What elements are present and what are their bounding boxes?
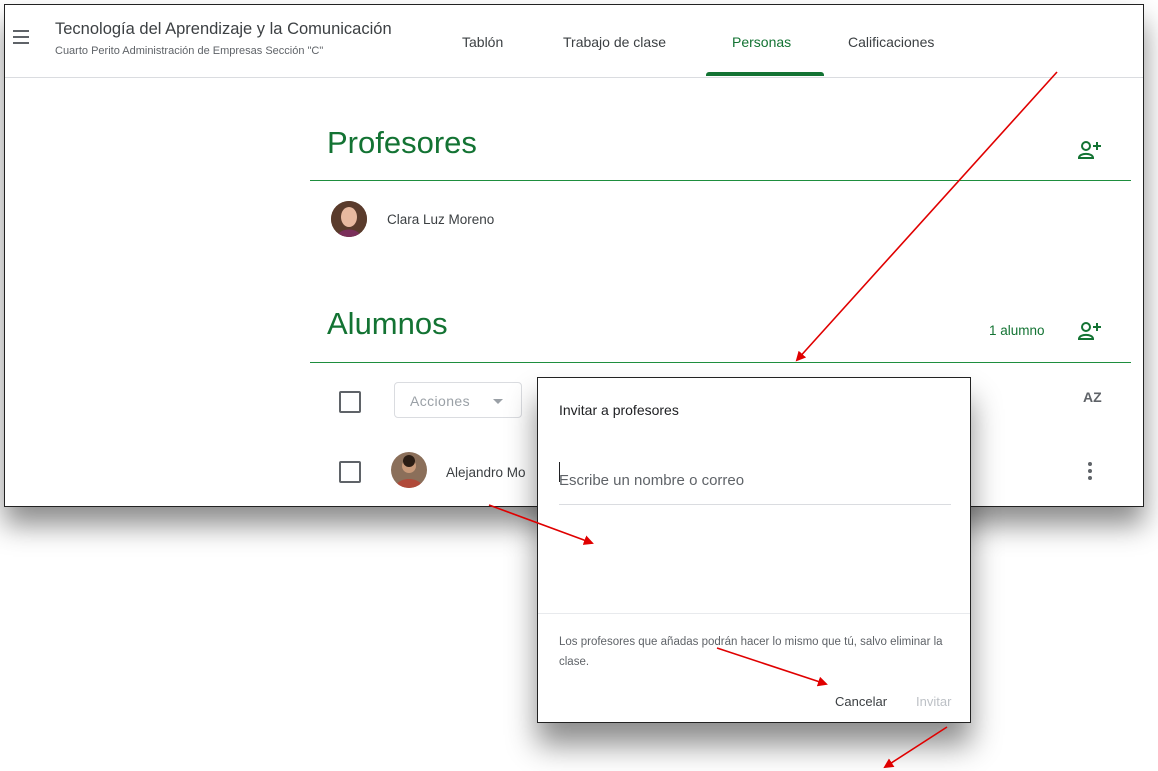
teachers-divider <box>310 180 1131 181</box>
more-options-icon[interactable] <box>1088 462 1092 483</box>
dialog-note: Los profesores que añadas podrán hacer l… <box>559 636 943 668</box>
teacher-name: Clara Luz Moreno <box>387 212 495 227</box>
student-checkbox[interactable] <box>339 461 361 483</box>
sort-az-icon[interactable]: AZ <box>1083 389 1102 405</box>
cancel-button[interactable]: Cancelar <box>835 694 887 709</box>
invite-button[interactable]: Invitar <box>916 694 951 709</box>
select-all-checkbox[interactable] <box>339 391 361 413</box>
text-cursor <box>559 462 560 482</box>
invite-student-icon[interactable] <box>1077 320 1103 342</box>
class-title[interactable]: Tecnología del Aprendizaje y la Comunica… <box>55 20 392 39</box>
dialog-divider <box>538 613 970 614</box>
actions-dropdown[interactable]: Acciones <box>394 382 522 418</box>
student-count: 1 alumno <box>989 323 1045 338</box>
name-or-email-input[interactable] <box>559 456 951 505</box>
hamburger-menu-icon[interactable] <box>13 30 29 44</box>
dropdown-caret-icon <box>493 399 503 404</box>
dialog-title: Invitar a profesores <box>559 402 679 418</box>
annotation-arrow <box>883 726 948 769</box>
students-divider <box>310 362 1131 363</box>
student-avatar <box>391 452 427 488</box>
student-name: Alejandro Mo <box>446 465 526 480</box>
invite-teachers-dialog: Invitar a profesores Los profesores que … <box>537 377 971 723</box>
tab-tablon[interactable]: Tablón <box>462 34 503 50</box>
actions-label: Acciones <box>410 393 471 409</box>
teacher-avatar <box>331 201 367 237</box>
tab-trabajo-de-clase[interactable]: Trabajo de clase <box>563 34 666 50</box>
class-subtitle: Cuarto Perito Administración de Empresas… <box>55 45 324 57</box>
top-app-bar: Tecnología del Aprendizaje y la Comunica… <box>5 5 1143 78</box>
tab-calificaciones[interactable]: Calificaciones <box>848 34 934 50</box>
tab-personas[interactable]: Personas <box>732 34 791 50</box>
students-section-title: Alumnos <box>327 306 448 341</box>
invite-teacher-icon[interactable] <box>1077 139 1103 161</box>
active-tab-indicator <box>706 72 824 76</box>
teachers-section-title: Profesores <box>327 125 477 160</box>
